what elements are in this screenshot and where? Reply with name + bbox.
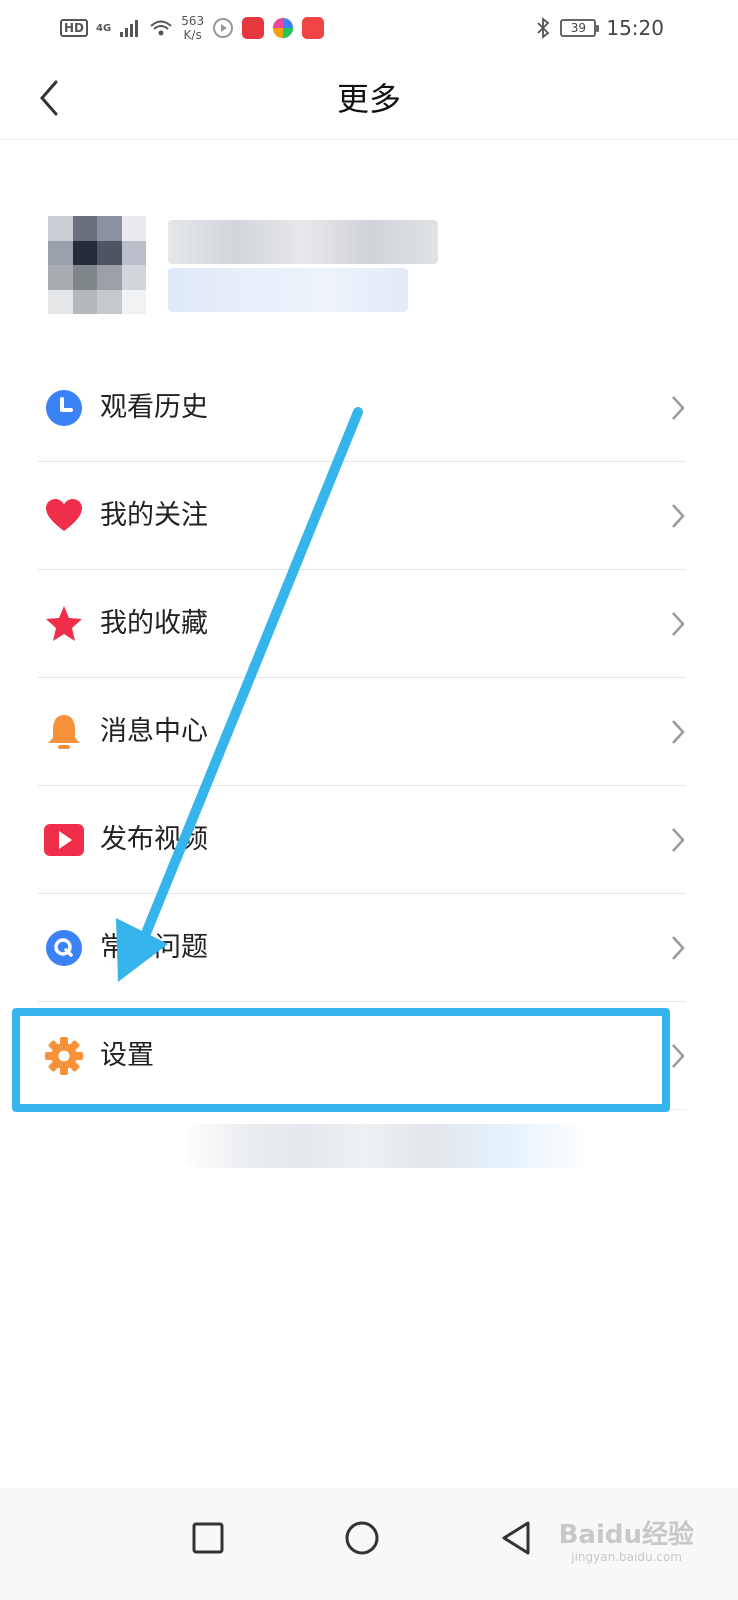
watermark-logo: Baidu经验 xyxy=(558,1520,694,1550)
battery-indicator: 39 xyxy=(560,19,600,37)
avatar xyxy=(48,216,146,314)
play-icon xyxy=(44,824,84,856)
menu-item-label: 我的关注 xyxy=(100,500,208,531)
menu-item-messages[interactable]: 消息中心 xyxy=(38,678,686,786)
hd-badge: HD xyxy=(60,19,89,37)
blurred-footer-text xyxy=(180,1124,590,1168)
annotation-highlight-box xyxy=(12,1008,670,1112)
back-nav-button[interactable] xyxy=(488,1510,544,1566)
menu-item-following[interactable]: 我的关注 xyxy=(38,462,686,570)
status-bar-left: HD 4G 563 K/s xyxy=(60,12,325,44)
wifi-icon xyxy=(150,20,172,36)
watermark-domain: jingyan.baidu.com xyxy=(571,1550,682,1564)
menu-item-label: 消息中心 xyxy=(100,716,208,747)
bell-icon xyxy=(48,715,80,749)
menu-item-label: 发布视频 xyxy=(100,824,208,855)
star-icon xyxy=(46,606,82,641)
recent-apps-button[interactable] xyxy=(180,1510,236,1566)
menu-item-label: 常见问题 xyxy=(100,932,208,963)
system-nav-bar: Baidu经验 jingyan.baidu.com xyxy=(0,1488,738,1600)
speed-value: 563 xyxy=(181,14,205,28)
chevron-right-icon xyxy=(672,936,685,960)
page-title: 更多 xyxy=(336,80,401,118)
network-type: 4G xyxy=(96,22,112,34)
menu-item-faq[interactable]: 常见问题 xyxy=(38,894,686,1002)
user-info-blurred xyxy=(168,268,408,312)
chevron-right-icon xyxy=(672,504,685,528)
bluetooth-icon xyxy=(537,17,550,39)
heart-icon xyxy=(46,499,82,531)
chevron-right-icon xyxy=(672,396,685,420)
chevron-right-icon xyxy=(672,828,685,852)
menu-item-favorites[interactable]: 我的收藏 xyxy=(38,570,686,678)
username-blurred xyxy=(168,220,438,264)
app-notification-icon xyxy=(302,17,325,39)
header: 更多 xyxy=(0,56,738,140)
speed-unit: K/s xyxy=(183,28,202,42)
chevron-right-icon xyxy=(672,1044,685,1068)
clock-icon xyxy=(46,390,82,426)
clock: 15:20 xyxy=(606,16,664,40)
play-circle-icon xyxy=(213,18,234,38)
menu-list: 观看历史 我的关注 我的收藏 消息中心 发布视频 常见问题 设置 xyxy=(38,354,686,1110)
network-speed: 563 K/s xyxy=(181,14,204,42)
status-bar: HD 4G 563 K/s 39 15:20 xyxy=(0,0,738,56)
app-notification-icon xyxy=(242,17,265,39)
signal-icon xyxy=(120,20,139,37)
menu-item-label: 我的收藏 xyxy=(100,608,208,639)
status-bar-right: 39 15:20 xyxy=(536,12,664,44)
chevron-right-icon xyxy=(672,720,685,744)
home-button[interactable] xyxy=(334,1510,390,1566)
menu-item-label: 观看历史 xyxy=(100,392,208,423)
app-notification-icon xyxy=(272,17,294,39)
menu-item-publish-video[interactable]: 发布视频 xyxy=(38,786,686,894)
question-icon xyxy=(46,930,82,966)
chevron-right-icon xyxy=(672,612,685,636)
menu-item-history[interactable]: 观看历史 xyxy=(38,354,686,462)
profile-card[interactable] xyxy=(48,216,688,316)
